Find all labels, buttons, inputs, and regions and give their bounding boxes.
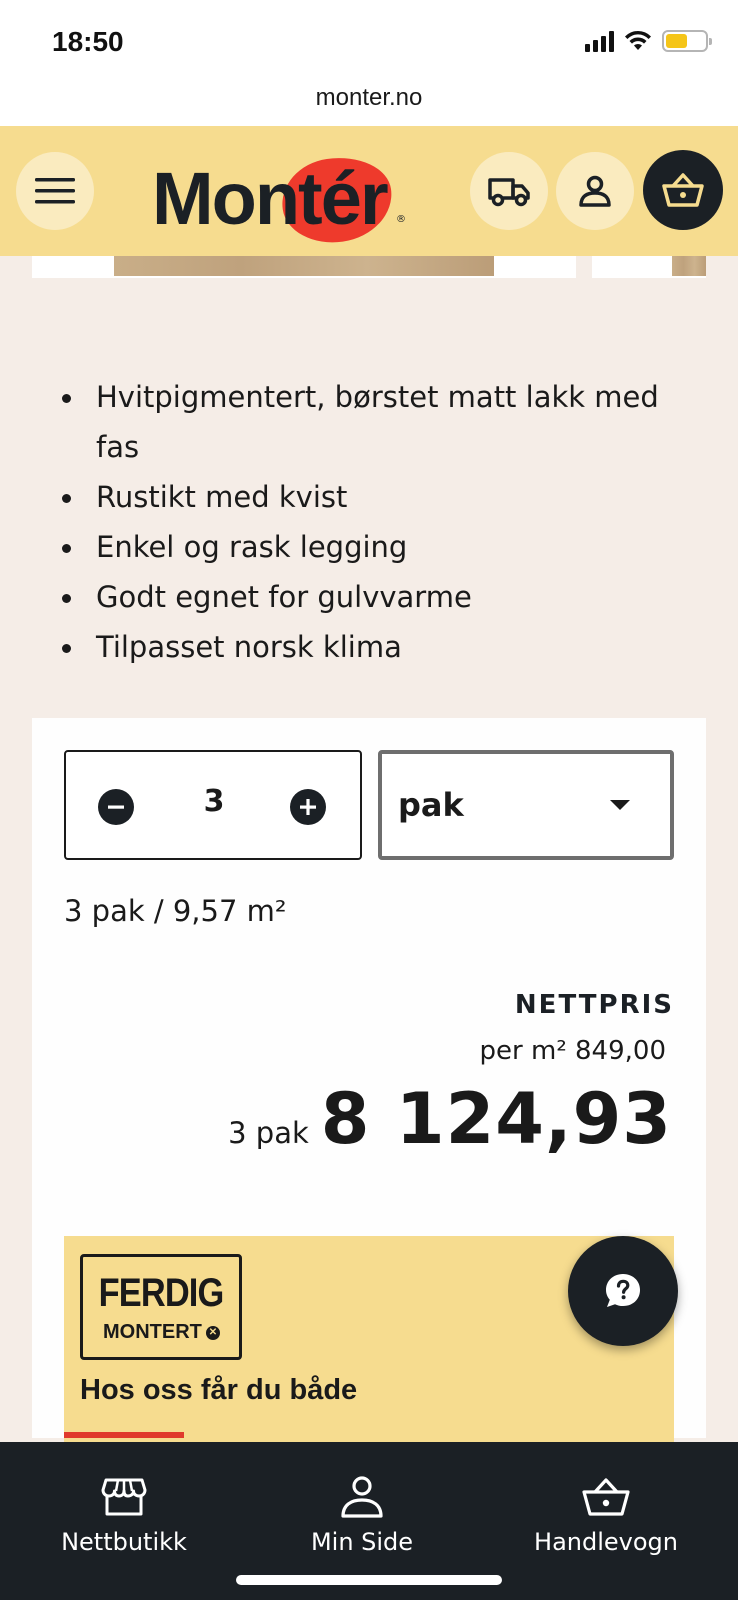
cart-button[interactable] — [643, 150, 723, 230]
badge-line2: MONTERT ✕ — [103, 1321, 220, 1344]
total-quantity: 3 pak — [228, 1116, 309, 1150]
total-price-row: 3 pak 8 124,93 — [228, 1078, 672, 1160]
product-image-wood — [114, 256, 494, 276]
total-price: 8 124,93 — [320, 1078, 672, 1160]
help-chat-button[interactable] — [568, 1236, 678, 1346]
basket-icon — [662, 173, 704, 207]
feature-item: Tilpasset norsk klima — [62, 622, 702, 672]
home-indicator[interactable] — [236, 1575, 502, 1585]
hamburger-menu-icon — [35, 178, 75, 204]
badge-line2-text: MONTERT — [103, 1321, 202, 1343]
unit-select[interactable]: pak — [378, 750, 674, 860]
status-time: 18:50 — [52, 26, 124, 57]
chevron-down-icon — [610, 800, 630, 810]
plus-icon — [300, 799, 316, 815]
wifi-icon — [625, 30, 651, 50]
status-icons — [585, 30, 712, 52]
menu-button[interactable] — [16, 152, 94, 230]
quantity-summary: 3 pak / 9,57 m² — [64, 894, 287, 928]
nav-label: Nettbutikk — [61, 1528, 187, 1556]
account-button[interactable] — [556, 152, 634, 230]
nav-label: Min Side — [310, 1528, 414, 1556]
badge-line1: FERDIG — [98, 1271, 225, 1315]
nav-label: Handlevogn — [534, 1528, 678, 1556]
feature-item: Enkel og rask legging — [62, 522, 702, 572]
price-label: NETTPRIS — [514, 990, 674, 1020]
user-icon — [341, 1476, 383, 1518]
url-bar[interactable]: monter.no — [0, 84, 738, 126]
nav-item-handlevogn[interactable]: Handlevogn — [506, 1472, 706, 1556]
store-icon — [101, 1478, 147, 1516]
delivery-button[interactable] — [470, 152, 548, 230]
ferdig-montert-logo: FERDIG MONTERT ✕ — [80, 1254, 242, 1360]
promo-underline — [64, 1432, 184, 1438]
increase-quantity-button[interactable] — [290, 789, 326, 825]
quantity-stepper: 3 — [64, 750, 362, 860]
question-bubble-icon — [606, 1274, 640, 1307]
basket-icon — [582, 1478, 630, 1516]
feature-list: Hvitpigmentert, børstet matt lakk med fa… — [62, 372, 702, 672]
site-header: Montér ® — [0, 126, 738, 256]
unit-selected-value: pak — [398, 786, 464, 824]
badge-x-icon: ✕ — [205, 1325, 220, 1340]
montér-logo[interactable]: Montér ® — [152, 146, 406, 250]
feature-item: Hvitpigmentert, børstet matt lakk med fa… — [62, 372, 702, 472]
unit-price: per m² 849,00 — [479, 1036, 666, 1066]
user-icon — [579, 175, 611, 207]
feature-item: Rustikt med kvist — [62, 472, 702, 522]
truck-icon — [488, 178, 530, 207]
logo-text: Montér — [152, 157, 389, 240]
nav-item-min-side[interactable]: Min Side — [262, 1472, 462, 1556]
nav-item-nettbutikk[interactable]: Nettbutikk — [24, 1472, 224, 1556]
logo-registered-mark: ® — [396, 214, 406, 225]
cellular-signal-icon — [585, 30, 614, 52]
product-image-wood — [672, 256, 706, 276]
product-image-strip[interactable] — [0, 256, 738, 278]
feature-item: Godt egnet for gulvvarme — [62, 572, 702, 622]
promo-heading: Hos oss får du både — [80, 1374, 358, 1406]
battery-icon — [662, 30, 712, 52]
status-bar: 18:50 — [0, 0, 738, 88]
